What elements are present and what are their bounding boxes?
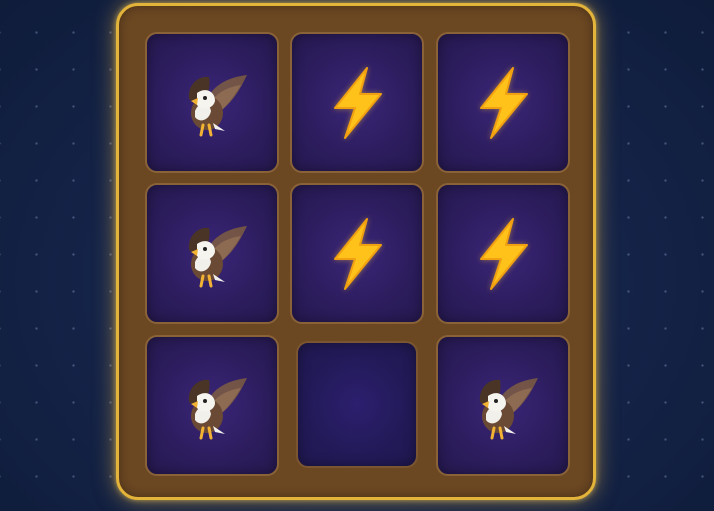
board-cell-1-1[interactable] — [290, 183, 424, 324]
eagle-icon — [175, 65, 249, 141]
board-cell-1-2[interactable] — [436, 183, 570, 324]
board-cell-0-1[interactable] — [290, 32, 424, 173]
eagle-icon — [175, 368, 249, 444]
game-board — [116, 3, 596, 500]
board-cell-2-0[interactable] — [145, 335, 279, 476]
eagle-icon — [175, 216, 249, 292]
eagle-icon — [466, 368, 540, 444]
board-cell-1-0[interactable] — [145, 183, 279, 324]
lightning-icon — [473, 217, 533, 291]
board-cell-2-2[interactable] — [436, 335, 570, 476]
lightning-icon — [473, 66, 533, 140]
lightning-icon — [327, 217, 387, 291]
lightning-icon — [327, 66, 387, 140]
board-cell-2-1-empty[interactable] — [296, 341, 418, 468]
board-cell-0-0[interactable] — [145, 32, 279, 173]
board-cell-0-2[interactable] — [436, 32, 570, 173]
